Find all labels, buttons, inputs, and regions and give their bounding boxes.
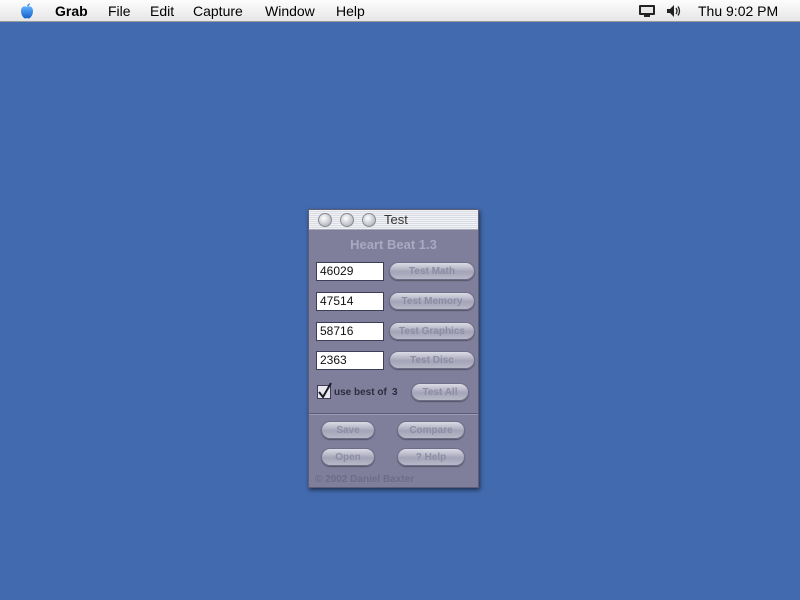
menu-capture[interactable]: Capture — [193, 3, 243, 19]
menu-bar: Grab File Edit Capture Window Help Thu 9… — [0, 0, 800, 22]
copyright-text: © 2002 Daniel Baxter — [315, 474, 415, 485]
use-best-label: use best of — [334, 387, 387, 398]
window-titlebar[interactable]: Test — [309, 210, 478, 230]
display-icon[interactable] — [638, 4, 656, 18]
graphics-result-field[interactable]: 58716 — [316, 322, 384, 341]
checkmark-icon — [318, 382, 332, 399]
minimize-button[interactable] — [340, 213, 354, 227]
menubar-clock[interactable]: Thu 9:02 PM — [698, 3, 778, 19]
open-button[interactable]: Open — [321, 448, 375, 466]
test-disc-button[interactable]: Test Disc — [389, 351, 475, 369]
app-heading: Heart Beat 1.3 — [350, 237, 437, 252]
test-graphics-button[interactable]: Test Graphics — [389, 322, 475, 340]
menu-edit[interactable]: Edit — [150, 3, 174, 19]
use-best-checkbox[interactable] — [317, 382, 332, 399]
help-button[interactable]: ? Help — [397, 448, 465, 466]
best-count-value[interactable]: 3 — [392, 387, 398, 398]
volume-icon[interactable] — [666, 4, 682, 18]
compare-button[interactable]: Compare — [397, 421, 465, 439]
math-result-field[interactable]: 46029 — [316, 262, 384, 281]
menu-help[interactable]: Help — [336, 3, 365, 19]
apple-menu-icon[interactable] — [18, 2, 36, 20]
test-memory-button[interactable]: Test Memory — [389, 292, 475, 310]
memory-result-field[interactable]: 47514 — [316, 292, 384, 311]
menu-window[interactable]: Window — [265, 3, 315, 19]
heartbeat-window: Test Heart Beat 1.3 46029 Test Math 4751… — [308, 209, 479, 488]
divider — [309, 413, 478, 415]
test-all-button[interactable]: Test All — [411, 383, 469, 401]
window-title: Test — [384, 212, 408, 227]
menu-file[interactable]: File — [108, 3, 131, 19]
disc-result-field[interactable]: 2363 — [316, 351, 384, 370]
save-button[interactable]: Save — [321, 421, 375, 439]
test-math-button[interactable]: Test Math — [389, 262, 475, 280]
menu-app-name[interactable]: Grab — [55, 3, 88, 19]
close-button[interactable] — [318, 213, 332, 227]
zoom-button[interactable] — [362, 213, 376, 227]
